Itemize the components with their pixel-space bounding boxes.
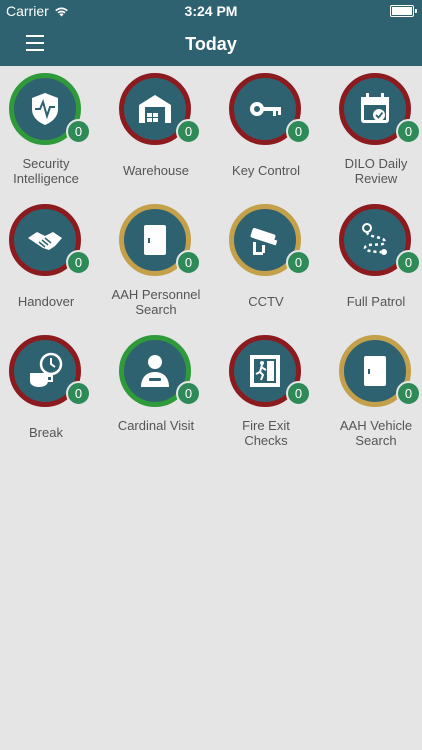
door-icon: [144, 225, 166, 255]
tile-label: Break: [29, 425, 63, 440]
tile-label: Fire Exit Checks: [242, 418, 290, 448]
activity-tile-fire-exit-checks[interactable]: 0 Fire Exit Checks: [220, 328, 330, 453]
tile-label: Key Control: [232, 163, 300, 178]
tile-label: Warehouse: [123, 163, 189, 178]
activity-tile-warehouse[interactable]: 0 Warehouse: [110, 66, 220, 191]
activity-tile-aah-vehicle-search[interactable]: 0 AAH Vehicle Search: [330, 328, 422, 453]
count-badge: 0: [66, 381, 91, 406]
key-icon: [250, 102, 281, 116]
calendar-check-icon: [361, 93, 389, 123]
activity-tile-cardinal-visit[interactable]: 0 Cardinal Visit: [110, 328, 220, 453]
count-badge: 0: [286, 381, 311, 406]
count-badge: 0: [176, 381, 201, 406]
tile-label: DILO Daily Review: [344, 156, 408, 186]
count-badge: 0: [286, 119, 311, 144]
count-badge: 0: [396, 381, 421, 406]
shield-icon: [32, 93, 58, 125]
count-badge: 0: [396, 250, 421, 275]
activity-tile-key-control[interactable]: 0 Key Control: [220, 66, 330, 191]
status-bar: Carrier 3:24 PM: [0, 0, 422, 22]
count-badge: 0: [396, 119, 421, 144]
tile-label: Cardinal Visit: [117, 418, 195, 433]
camera-icon: [250, 228, 278, 255]
count-badge: 0: [286, 250, 311, 275]
tile-label: AAH Vehicle Search: [339, 418, 413, 448]
warehouse-icon: [139, 95, 171, 123]
battery-icon: [390, 5, 417, 17]
activity-tile-security-intelligence[interactable]: 0 Security Intelligence: [0, 66, 110, 191]
tile-label: CCTV: [248, 294, 284, 309]
count-badge: 0: [66, 119, 91, 144]
tile-label: Handover: [17, 294, 75, 309]
count-badge: 0: [176, 119, 201, 144]
coffee-clock-icon: [30, 352, 63, 387]
nav-bar: Today: [0, 22, 422, 66]
activity-tile-break[interactable]: 0 Break: [0, 328, 110, 453]
handshake-icon: [28, 232, 62, 250]
activity-tile-full-patrol[interactable]: 0 Full Patrol: [330, 197, 422, 322]
fire-exit-icon: [250, 355, 280, 387]
activity-tile-aah-personnel-search[interactable]: 0 AAH Personnel Search: [110, 197, 220, 322]
activity-tile-dilo-daily-review[interactable]: 0 DILO Daily Review: [330, 66, 422, 191]
status-time: 3:24 PM: [184, 3, 238, 19]
page-title: Today: [185, 34, 237, 54]
activity-tile-handover[interactable]: 0 Handover: [0, 197, 110, 322]
tile-label: Full Patrol: [346, 294, 406, 309]
activity-tile-cctv[interactable]: 0 CCTV: [220, 197, 330, 322]
tile-label: Security Intelligence: [13, 156, 79, 186]
door-icon: [364, 356, 386, 386]
route-icon: [362, 223, 387, 255]
count-badge: 0: [176, 250, 201, 275]
tile-label: AAH Personnel Search: [111, 287, 201, 317]
person-icon: [141, 355, 169, 387]
count-badge: 0: [66, 250, 91, 275]
